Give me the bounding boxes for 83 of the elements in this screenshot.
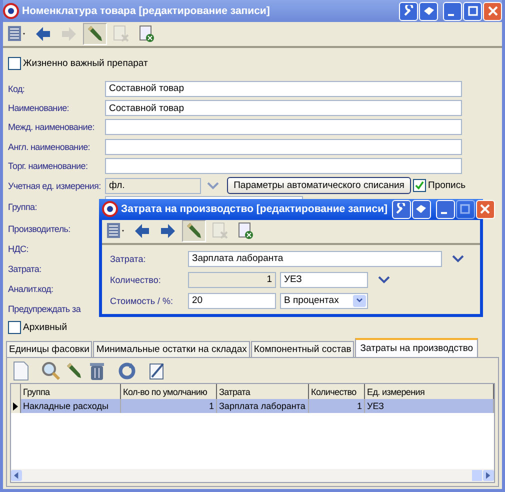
maximize-button[interactable] (463, 2, 482, 20)
field-label: Производитель: (8, 224, 72, 234)
forward-arrow-icon (59, 24, 79, 44)
maximize-icon (466, 5, 478, 17)
minimize-button[interactable] (436, 200, 455, 219)
table-cell: 1 (121, 399, 217, 414)
minimize-button[interactable] (443, 2, 462, 20)
field-label: Аналит.код: (8, 284, 54, 294)
doc-close-icon (236, 221, 256, 242)
checkbox[interactable] (413, 179, 426, 192)
pencil-button[interactable] (83, 23, 107, 45)
tab[interactable]: Компонентный состав (250, 341, 354, 358)
unit-field[interactable]: УЕЗ (280, 272, 368, 288)
field-label: Межд. наименование: (8, 122, 96, 132)
checkbox[interactable] (8, 56, 21, 70)
text-field[interactable] (105, 158, 462, 174)
quantity-field[interactable]: 1 (188, 272, 276, 288)
list-view-icon (7, 24, 27, 44)
field-label: Наименование: (8, 103, 70, 114)
delete-doc-icon (111, 24, 131, 44)
doc-close-icon (137, 24, 157, 44)
table-cell: УЕЗ (365, 399, 494, 414)
field-label: Количество: (110, 274, 162, 284)
dialog-title: Затрата на производство [редактирование записи] (121, 203, 388, 216)
close-button[interactable] (476, 200, 495, 219)
field-label: Англ. наименование: (8, 142, 91, 152)
scroll-left-icon[interactable] (14, 472, 19, 479)
text-field[interactable]: Составной товар (105, 100, 462, 116)
lookup-field[interactable]: Зарплата лаборанта (188, 250, 442, 266)
close-icon (479, 203, 492, 216)
checkbox-label: Архивный (23, 322, 67, 333)
refresh-icon (117, 361, 137, 382)
close-icon (486, 5, 498, 17)
auto-writeoff-button[interactable]: Параметры автоматического списания (227, 177, 411, 194)
field-label: Затрата: (8, 264, 42, 274)
close-button[interactable] (483, 2, 502, 20)
minimize-icon (440, 212, 447, 214)
text-field[interactable] (105, 119, 462, 136)
text-field[interactable] (105, 196, 303, 200)
table-cell: 1 (309, 399, 365, 414)
tab[interactable]: Затраты на производство (355, 338, 478, 358)
horizontal-scrollbar[interactable] (11, 469, 494, 482)
search-icon (41, 361, 61, 382)
minimize-icon (448, 14, 454, 16)
checkbox[interactable] (8, 320, 21, 334)
text-field[interactable]: Составной товар (105, 80, 462, 97)
unit-field[interactable]: фл. (105, 178, 201, 194)
book-button[interactable] (412, 200, 431, 219)
cost-field[interactable]: 20 (188, 292, 276, 308)
field-label: Предупреждать за (8, 304, 82, 314)
field-label: Стоимость / %: (110, 296, 174, 306)
app-logo-icon (102, 201, 118, 218)
checkbox-label: Пропись (428, 180, 466, 192)
trash-icon (87, 361, 107, 382)
field-label: НДС: (8, 244, 30, 254)
field-label: Группа: (8, 202, 38, 212)
maximize-icon (459, 203, 472, 216)
table-row[interactable]: Накладные расходы 1 Зарплата лаборанта 1 УЕЗ (11, 399, 494, 414)
chevron-down-icon[interactable] (452, 254, 464, 262)
scroll-thumb[interactable] (472, 470, 482, 481)
tab[interactable]: Единицы фасовки (6, 341, 92, 358)
checkbox-label: Жизненно важный препарат (23, 58, 148, 68)
wrench-button[interactable] (392, 200, 411, 219)
book-button[interactable] (419, 2, 438, 20)
search-button[interactable] (40, 360, 62, 382)
field-label: Учетная ед. измерения: (8, 180, 102, 191)
table-cell: Накладные расходы (21, 399, 121, 414)
pencil-button[interactable] (182, 220, 206, 242)
chevron-down-icon[interactable] (378, 276, 390, 284)
field-label: Код: (8, 84, 26, 94)
field-label: Затрата: (110, 254, 147, 264)
tab[interactable]: Минимальные остатки на складах (93, 341, 250, 358)
wrench-button[interactable] (399, 2, 418, 20)
scroll-right-icon[interactable] (486, 472, 491, 479)
mode-dropdown[interactable]: В процентах (280, 292, 368, 308)
text-field[interactable] (105, 138, 462, 155)
delete-doc-icon (210, 221, 230, 242)
field-label: Торг. наименование: (8, 161, 89, 172)
new-doc-icon (11, 361, 31, 382)
table-cell: Зарплата лаборанта (217, 399, 309, 414)
window-title: Номенклатура товара [редактирование записи] (22, 5, 270, 17)
row-pointer-icon (13, 402, 18, 411)
app-logo-icon (3, 3, 19, 19)
